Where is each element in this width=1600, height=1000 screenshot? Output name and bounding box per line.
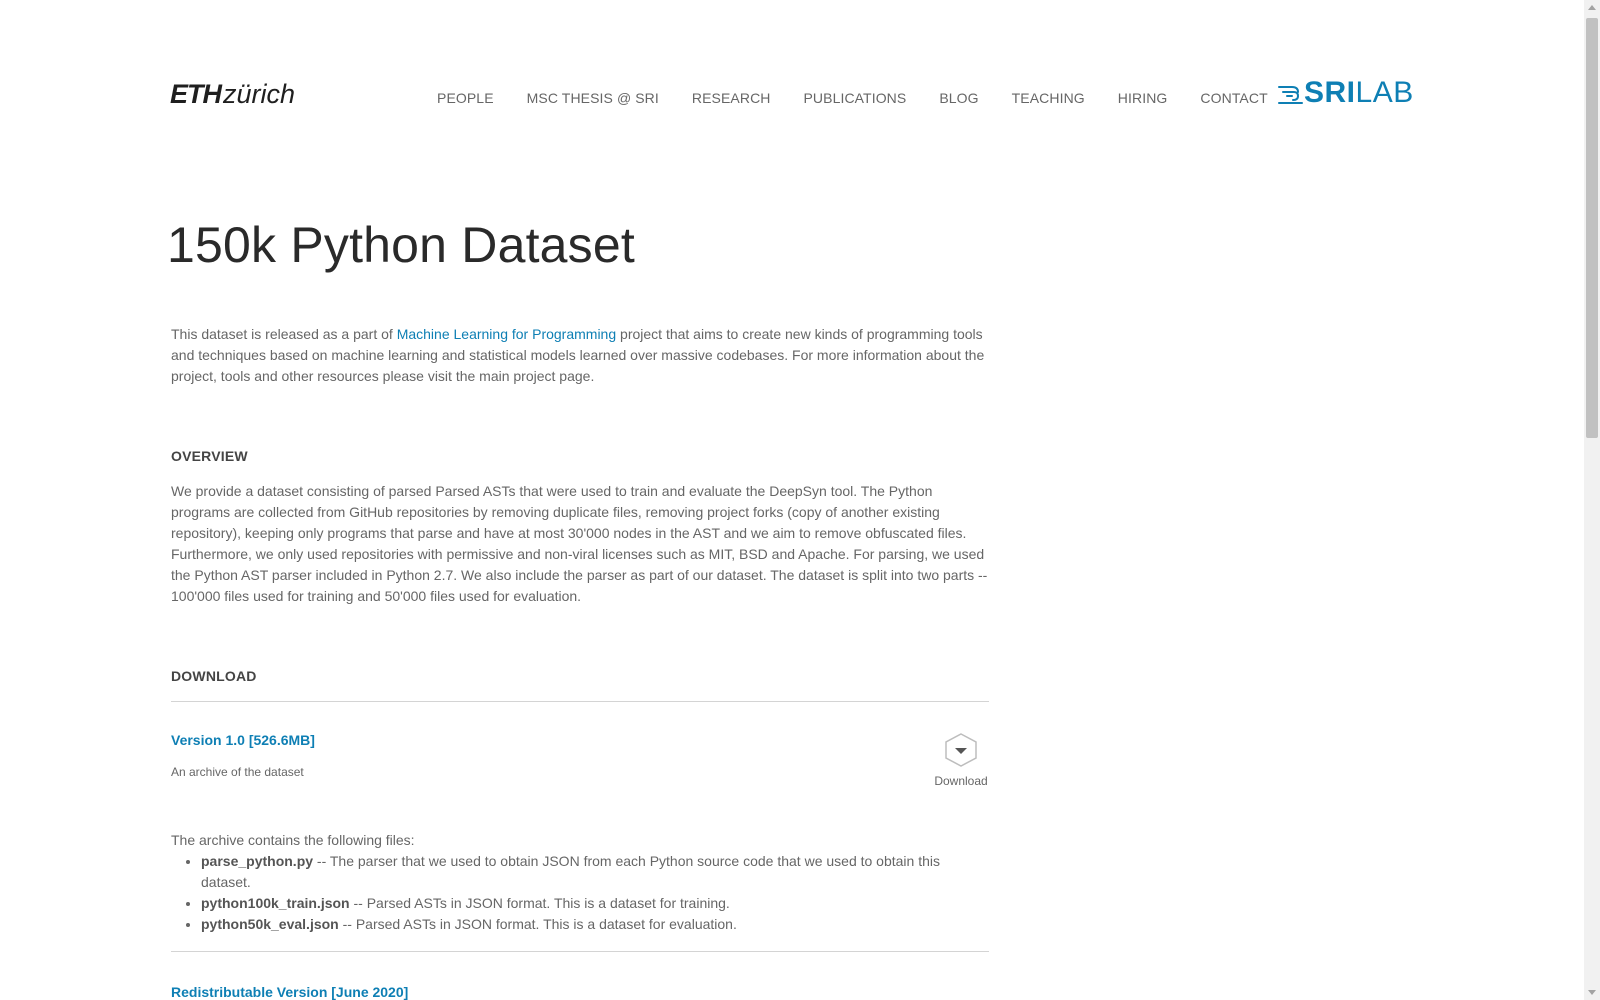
ml4p-project-link[interactable]: Machine Learning for Programming — [397, 326, 616, 342]
list-item: parse_python.py -- The parser that we us… — [201, 851, 989, 893]
overview-heading: OVERVIEW — [171, 448, 248, 464]
intro-paragraph: This dataset is released as a part of Ma… — [171, 324, 989, 387]
file-name: parse_python.py — [201, 853, 314, 869]
nav-item-hiring[interactable]: HIRING — [1118, 89, 1168, 107]
sri-logo-light: LAB — [1355, 76, 1414, 109]
nav-item-teaching[interactable]: TEACHING — [1012, 89, 1085, 107]
page-title: 150k Python Dataset — [167, 217, 635, 273]
download-button[interactable]: Download — [933, 732, 989, 788]
version-description: An archive of the dataset — [171, 765, 304, 779]
list-item: python100k_train.json -- Parsed ASTs in … — [201, 893, 989, 914]
eth-zurich-logo[interactable]: ETHzürich — [170, 80, 295, 108]
nav-item-research[interactable]: RESEARCH — [692, 89, 771, 107]
main-nav: PEOPLE MSC THESIS @ SRI RESEARCH PUBLICA… — [437, 89, 1268, 107]
nav-item-publications[interactable]: PUBLICATIONS — [803, 89, 906, 107]
main-content: 150k Python Dataset This dataset is rele… — [167, 210, 989, 1000]
nav-item-blog[interactable]: BLOG — [939, 89, 978, 107]
sri-lab-logo[interactable]: SRILAB — [1278, 78, 1414, 108]
scroll-up-arrow-icon[interactable] — [1584, 0, 1600, 16]
redistributable-version-link[interactable]: Redistributable Version [June 2020] — [171, 984, 989, 1000]
download-chevron-icon — [945, 733, 977, 767]
nav-item-msc-thesis[interactable]: MSC THESIS @ SRI — [527, 89, 659, 107]
download-label: Download — [934, 774, 988, 788]
file-desc: -- Parsed ASTs in JSON format. This is a… — [349, 895, 730, 911]
nav-item-contact[interactable]: CONTACT — [1200, 89, 1267, 107]
version-1-link[interactable]: Version 1.0 [526.6MB] — [171, 732, 315, 748]
wind-lines-icon — [1278, 86, 1303, 104]
vertical-scrollbar[interactable] — [1584, 0, 1600, 1000]
nav-item-people[interactable]: PEOPLE — [437, 89, 494, 107]
eth-logo-bold: ETH — [170, 79, 222, 109]
download-heading: DOWNLOAD — [171, 668, 257, 684]
overview-paragraph: We provide a dataset consisting of parse… — [171, 483, 988, 604]
version-entry: Version 1.0 [526.6MB] An archive of the … — [171, 702, 989, 810]
scrollbar-thumb[interactable] — [1586, 18, 1598, 438]
list-item: python50k_eval.json -- Parsed ASTs in JS… — [201, 914, 989, 935]
files-list: parse_python.py -- The parser that we us… — [171, 851, 989, 935]
page: ETHzürich PEOPLE MSC THESIS @ SRI RESEAR… — [0, 0, 1584, 1000]
file-name: python100k_train.json — [201, 895, 350, 911]
file-desc: -- Parsed ASTs in JSON format. This is a… — [338, 916, 737, 932]
intro-text-before: This dataset is released as a part of — [171, 326, 397, 342]
files-intro: The archive contains the following files… — [171, 832, 415, 848]
eth-logo-light: zürich — [223, 79, 296, 109]
scroll-down-arrow-icon[interactable] — [1584, 984, 1600, 1000]
sri-logo-bold: SRI — [1304, 76, 1356, 109]
divider — [171, 951, 989, 952]
file-name: python50k_eval.json — [201, 916, 339, 932]
sri-lab-wordmark: SRILAB — [1304, 78, 1414, 108]
